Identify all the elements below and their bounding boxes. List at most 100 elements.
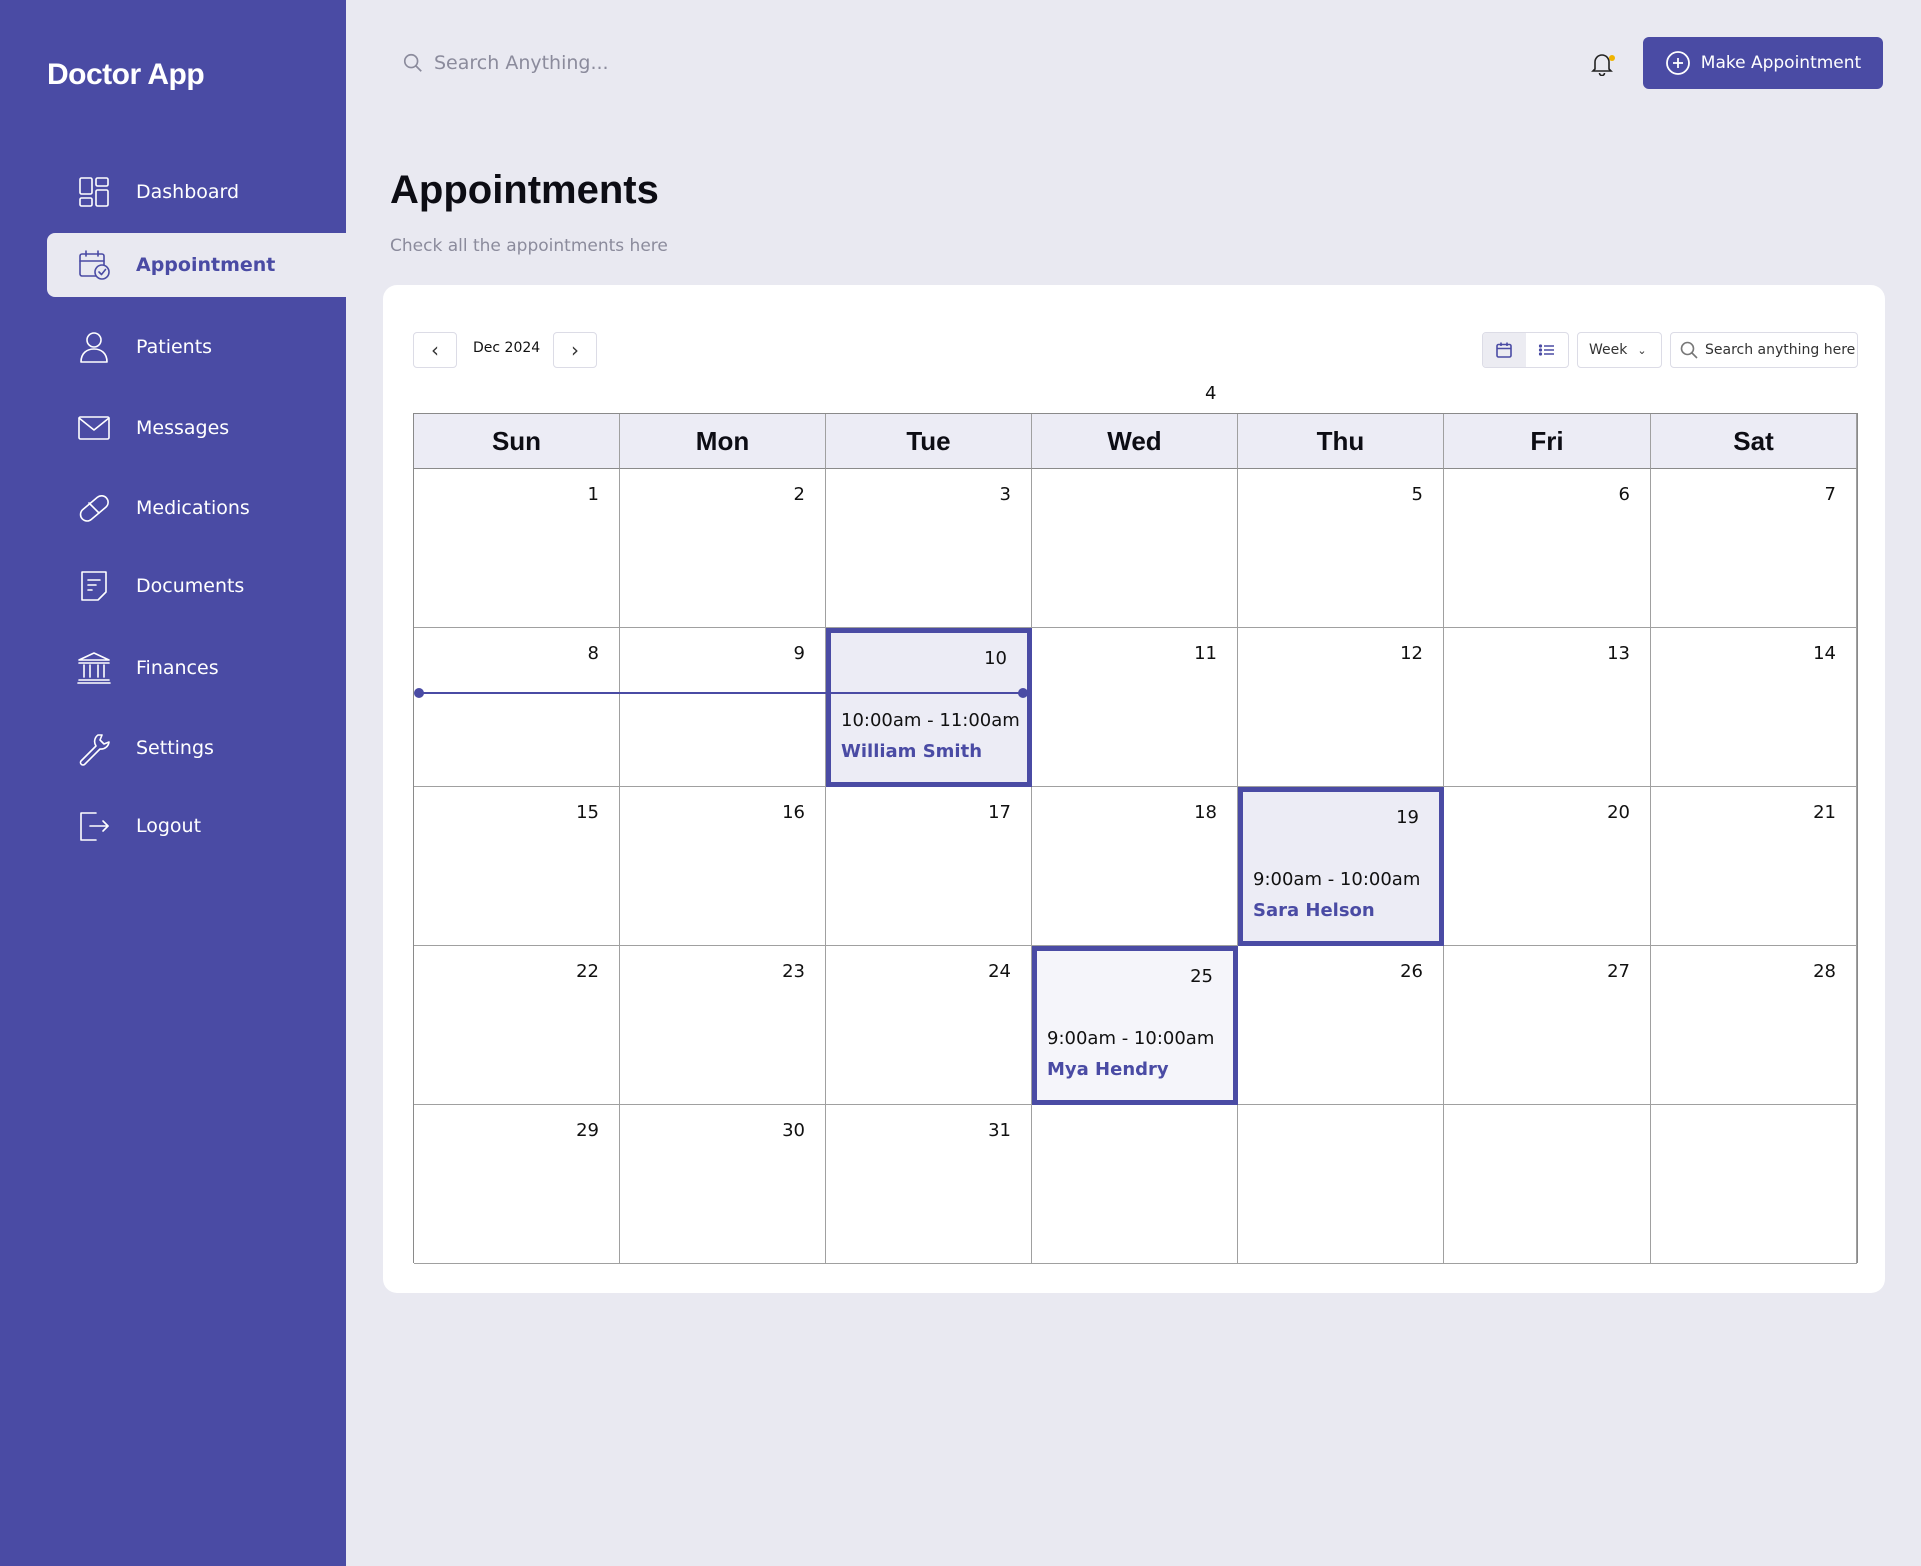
day-number: 30 — [782, 1120, 805, 1141]
day-number: 29 — [576, 1120, 599, 1141]
appointment-patient[interactable]: William Smith — [841, 741, 982, 762]
day-cell[interactable]: 24 — [826, 946, 1032, 1105]
sidebar-item-label: Settings — [136, 737, 214, 759]
calendar-search-input[interactable]: Search anything here — [1705, 342, 1855, 358]
drag-handle-end[interactable] — [1018, 688, 1028, 698]
appointment-patient[interactable]: Mya Hendry — [1047, 1059, 1169, 1080]
appointment-time: 10:00am - 11:00am — [841, 710, 1020, 731]
user-icon — [74, 327, 114, 367]
day-number: 15 — [576, 802, 599, 823]
weekday-header: Mon — [620, 414, 826, 469]
day-cell[interactable] — [1238, 1105, 1444, 1264]
day-cell[interactable]: 30 — [620, 1105, 826, 1264]
calendar-search[interactable]: Search anything here — [1670, 332, 1858, 368]
day-cell[interactable]: 29 — [414, 1105, 620, 1264]
sidebar-item-messages[interactable]: Messages — [47, 396, 346, 460]
day-number: 23 — [782, 961, 805, 982]
sidebar-item-documents[interactable]: Documents — [47, 554, 346, 618]
day-cell[interactable]: 18 — [1032, 787, 1238, 946]
weekday-header: Wed — [1032, 414, 1238, 469]
appointment-time: 9:00am - 10:00am — [1253, 869, 1421, 890]
view-period-select[interactable]: Week ⌄ — [1577, 332, 1662, 368]
search-icon — [1679, 340, 1705, 360]
day-number: 25 — [1190, 966, 1213, 987]
day-number: 13 — [1607, 643, 1630, 664]
sidebar-item-medications[interactable]: Medications — [47, 476, 346, 540]
day-number: 20 — [1607, 802, 1630, 823]
dashboard-icon — [74, 172, 114, 212]
day-cell[interactable]: 2 — [620, 469, 826, 628]
appointment-patient[interactable]: Sara Helson — [1253, 900, 1375, 921]
day-cell[interactable]: 3 — [826, 469, 1032, 628]
day-cell[interactable]: 17 — [826, 787, 1032, 946]
page-title: Appointments — [390, 168, 659, 212]
day-cell[interactable]: 14 — [1651, 628, 1857, 787]
list-view-button[interactable] — [1526, 333, 1569, 367]
day-cell[interactable]: 21 — [1651, 787, 1857, 946]
sidebar-item-dashboard[interactable]: Dashboard — [47, 160, 346, 224]
notification-bell-icon[interactable] — [1589, 50, 1617, 78]
make-appointment-button[interactable]: Make Appointment — [1643, 37, 1883, 89]
plus-circle-icon — [1665, 50, 1701, 76]
day-number: 3 — [999, 484, 1011, 505]
mail-icon — [74, 408, 114, 448]
view-toggle — [1482, 332, 1569, 368]
day-cell[interactable]: 15 — [414, 787, 620, 946]
day-cell[interactable]: 23 — [620, 946, 826, 1105]
sidebar-item-finances[interactable]: Finances — [47, 636, 346, 700]
day-cell[interactable] — [1032, 469, 1238, 628]
day-cell[interactable]: 7 — [1651, 469, 1857, 628]
sidebar-item-appointment[interactable]: Appointment — [47, 233, 346, 297]
day-number: 7 — [1824, 484, 1836, 505]
sidebar-item-patients[interactable]: Patients — [47, 315, 346, 379]
day-cell[interactable]: 20 — [1444, 787, 1651, 946]
weekday-header: Sun — [414, 414, 620, 469]
day-number: 19 — [1396, 807, 1419, 828]
day-number: 27 — [1607, 961, 1630, 982]
day-cell[interactable] — [1444, 1105, 1651, 1264]
day-cell[interactable]: 13 — [1444, 628, 1651, 787]
chevron-down-icon: ⌄ — [1637, 343, 1647, 357]
appointment-cell[interactable]: 10 10:00am - 11:00am William Smith — [826, 628, 1032, 787]
day-cell[interactable]: 9 — [620, 628, 826, 787]
day-number: 24 — [988, 961, 1011, 982]
day-cell[interactable]: 6 — [1444, 469, 1651, 628]
sidebar-item-label: Finances — [136, 657, 219, 679]
day-number: 21 — [1813, 802, 1836, 823]
day-number: 28 — [1813, 961, 1836, 982]
appointment-cell[interactable]: 19 9:00am - 10:00am Sara Helson — [1238, 787, 1444, 946]
day-cell[interactable]: 31 — [826, 1105, 1032, 1264]
make-appointment-label: Make Appointment — [1700, 53, 1862, 73]
drag-handle-start[interactable] — [414, 688, 424, 698]
day-cell[interactable]: 28 — [1651, 946, 1857, 1105]
day-cell[interactable] — [1651, 1105, 1857, 1264]
day-cell[interactable]: 1 — [414, 469, 620, 628]
day-cell[interactable]: 11 — [1032, 628, 1238, 787]
sidebar-item-logout[interactable]: Logout — [47, 794, 346, 858]
day-number: 8 — [587, 643, 599, 664]
day-cell[interactable]: 5 — [1238, 469, 1444, 628]
search-input[interactable]: Search Anything... — [434, 52, 609, 74]
calendar-icon — [1495, 341, 1513, 359]
calendar-view-button[interactable] — [1483, 333, 1526, 367]
day-cell[interactable]: 12 — [1238, 628, 1444, 787]
global-search[interactable]: Search Anything... — [402, 48, 822, 78]
day-cell[interactable]: 27 — [1444, 946, 1651, 1105]
day-cell[interactable]: 26 — [1238, 946, 1444, 1105]
appointment-cell[interactable]: 25 9:00am - 10:00am Mya Hendry — [1032, 946, 1238, 1105]
day-cell[interactable]: 8 — [414, 628, 620, 787]
day-cell[interactable]: 16 — [620, 787, 826, 946]
sidebar-item-settings[interactable]: Settings — [47, 716, 346, 780]
calendar-grid: Sun Mon Tue Wed Thu Fri Sat 1 2 3 5 6 7 8 9 10 10:00am -… — [413, 413, 1858, 1264]
next-month-button[interactable]: › — [553, 332, 597, 368]
day-cell[interactable]: 22 — [414, 946, 620, 1105]
day-number: 2 — [793, 484, 805, 505]
sidebar-item-label: Messages — [136, 417, 230, 439]
page-subtitle: Check all the appointments here — [390, 236, 668, 256]
day-cell[interactable] — [1032, 1105, 1238, 1264]
wrench-icon — [74, 728, 114, 768]
app-logo: Doctor App — [47, 58, 205, 91]
prev-month-button[interactable]: ‹ — [413, 332, 457, 368]
notification-dot — [1609, 55, 1615, 61]
sidebar-item-label: Patients — [136, 336, 213, 358]
